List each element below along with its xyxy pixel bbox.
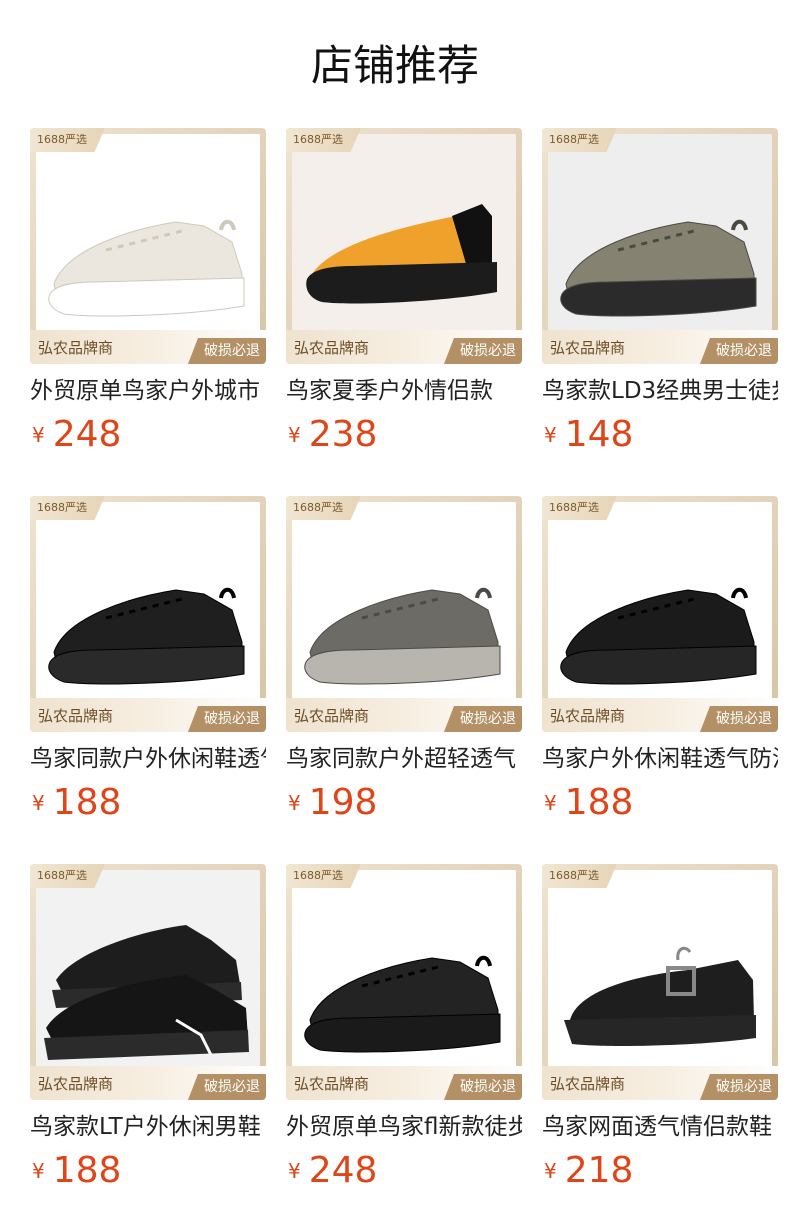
product-image-frame[interactable]: 1688严选 弘农品牌商 破损必退: [30, 864, 266, 1100]
product-price: ¥248: [32, 414, 121, 456]
currency-symbol: ¥: [544, 791, 557, 815]
product-image-frame[interactable]: 1688严选 弘农品牌商 破损必退: [542, 864, 778, 1100]
shop-name: 弘农品牌商: [550, 339, 626, 357]
product-card[interactable]: 1688严选 弘农品牌商 破损必退 鸟家款LT户外休闲男鞋 ¥188: [30, 864, 266, 1204]
product-image[interactable]: [36, 870, 260, 1094]
product-price: ¥188: [544, 782, 633, 824]
price-amount: 148: [564, 414, 634, 455]
product-title[interactable]: 鸟家网面透气情侣款鞋: [542, 1110, 778, 1144]
currency-symbol: ¥: [544, 1159, 557, 1183]
product-image[interactable]: [548, 502, 772, 726]
product-title[interactable]: 外贸原单鸟家fl新款徒步: [286, 1110, 522, 1144]
guarantee-badge: 破损必退: [700, 1074, 778, 1100]
guarantee-badge: 破损必退: [188, 1074, 266, 1100]
product-card[interactable]: 1688严选 弘农品牌商 破损必退 外贸原单鸟家户外城市 ¥248: [30, 128, 266, 468]
product-price: ¥188: [32, 1150, 121, 1192]
product-image-frame[interactable]: 1688严选 弘农品牌商 破损必退: [542, 128, 778, 364]
product-price: ¥218: [544, 1150, 633, 1192]
shop-name: 弘农品牌商: [38, 707, 114, 725]
price-amount: 188: [564, 782, 634, 823]
product-title[interactable]: 鸟家款LT户外休闲男鞋: [30, 1110, 266, 1144]
shop-name: 弘农品牌商: [550, 1075, 626, 1093]
guarantee-badge: 破损必退: [188, 706, 266, 732]
product-image-frame[interactable]: 1688严选 弘农品牌商 破损必退: [286, 864, 522, 1100]
currency-symbol: ¥: [32, 791, 45, 815]
product-image[interactable]: [292, 870, 516, 1094]
shop-name: 弘农品牌商: [38, 1075, 114, 1093]
product-card[interactable]: 1688严选 弘农品牌商 破损必退 鸟家款LD3经典男士徒步 ¥148: [542, 128, 778, 468]
product-price: ¥198: [288, 782, 377, 824]
product-price: ¥248: [288, 1150, 377, 1192]
product-title[interactable]: 鸟家同款户外超轻透气: [286, 742, 522, 776]
product-title[interactable]: 鸟家同款户外休闲鞋透气: [30, 742, 266, 776]
guarantee-badge: 破损必退: [444, 338, 522, 364]
product-title[interactable]: 外贸原单鸟家户外城市: [30, 374, 266, 408]
product-card[interactable]: 1688严选 弘农品牌商 破损必退 外贸原单鸟家fl新款徒步 ¥248: [286, 864, 522, 1204]
yanxuan-badge: 1688严选: [286, 496, 361, 520]
yanxuan-badge: 1688严选: [286, 864, 361, 888]
guarantee-badge: 破损必退: [444, 706, 522, 732]
yanxuan-badge: 1688严选: [286, 128, 361, 152]
product-title[interactable]: 鸟家户外休闲鞋透气防滑: [542, 742, 778, 776]
guarantee-badge: 破损必退: [700, 706, 778, 732]
shop-name: 弘农品牌商: [38, 339, 114, 357]
yanxuan-badge: 1688严选: [542, 496, 617, 520]
shop-name: 弘农品牌商: [294, 1075, 370, 1093]
product-image-frame[interactable]: 1688严选 弘农品牌商 破损必退: [542, 496, 778, 732]
guarantee-badge: 破损必退: [188, 338, 266, 364]
product-image[interactable]: [548, 134, 772, 358]
product-card[interactable]: 1688严选 弘农品牌商 破损必退 鸟家同款户外休闲鞋透气 ¥188: [30, 496, 266, 836]
product-image[interactable]: [548, 870, 772, 1094]
price-amount: 188: [52, 782, 122, 823]
product-card[interactable]: 1688严选 弘农品牌商 破损必退 鸟家夏季户外情侣款 ¥238: [286, 128, 522, 468]
guarantee-badge: 破损必退: [444, 1074, 522, 1100]
product-image-frame[interactable]: 1688严选 弘农品牌商 破损必退: [286, 496, 522, 732]
price-amount: 248: [52, 414, 122, 455]
product-image-frame[interactable]: 1688严选 弘农品牌商 破损必退: [30, 128, 266, 364]
price-amount: 218: [564, 1150, 634, 1191]
guarantee-badge: 破损必退: [700, 338, 778, 364]
shop-name: 弘农品牌商: [294, 339, 370, 357]
product-card[interactable]: 1688严选 弘农品牌商 破损必退 鸟家同款户外超轻透气 ¥198: [286, 496, 522, 836]
product-title[interactable]: 鸟家夏季户外情侣款: [286, 374, 522, 408]
product-title[interactable]: 鸟家款LD3经典男士徒步: [542, 374, 778, 408]
currency-symbol: ¥: [32, 1159, 45, 1183]
product-image-frame[interactable]: 1688严选 弘农品牌商 破损必退: [286, 128, 522, 364]
yanxuan-badge: 1688严选: [542, 864, 617, 888]
product-card[interactable]: 1688严选 弘农品牌商 破损必退 鸟家户外休闲鞋透气防滑 ¥188: [542, 496, 778, 836]
product-image[interactable]: [292, 502, 516, 726]
product-image[interactable]: [292, 134, 516, 358]
yanxuan-badge: 1688严选: [30, 128, 105, 152]
product-image-frame[interactable]: 1688严选 弘农品牌商 破损必退: [30, 496, 266, 732]
currency-symbol: ¥: [288, 1159, 301, 1183]
price-amount: 248: [308, 1150, 378, 1191]
yanxuan-badge: 1688严选: [30, 864, 105, 888]
product-card[interactable]: 1688严选 弘农品牌商 破损必退 鸟家网面透气情侣款鞋 ¥218: [542, 864, 778, 1204]
shop-name: 弘农品牌商: [550, 707, 626, 725]
yanxuan-badge: 1688严选: [542, 128, 617, 152]
price-amount: 188: [52, 1150, 122, 1191]
yanxuan-badge: 1688严选: [30, 496, 105, 520]
product-price: ¥148: [544, 414, 633, 456]
price-amount: 198: [308, 782, 378, 823]
page-title: 店铺推荐: [310, 41, 479, 90]
currency-symbol: ¥: [288, 791, 301, 815]
shop-name: 弘农品牌商: [294, 707, 370, 725]
currency-symbol: ¥: [544, 423, 557, 447]
price-amount: 238: [308, 414, 378, 455]
product-image[interactable]: [36, 502, 260, 726]
currency-symbol: ¥: [288, 423, 301, 447]
currency-symbol: ¥: [32, 423, 45, 447]
product-image[interactable]: [36, 134, 260, 358]
product-price: ¥238: [288, 414, 377, 456]
product-price: ¥188: [32, 782, 121, 824]
